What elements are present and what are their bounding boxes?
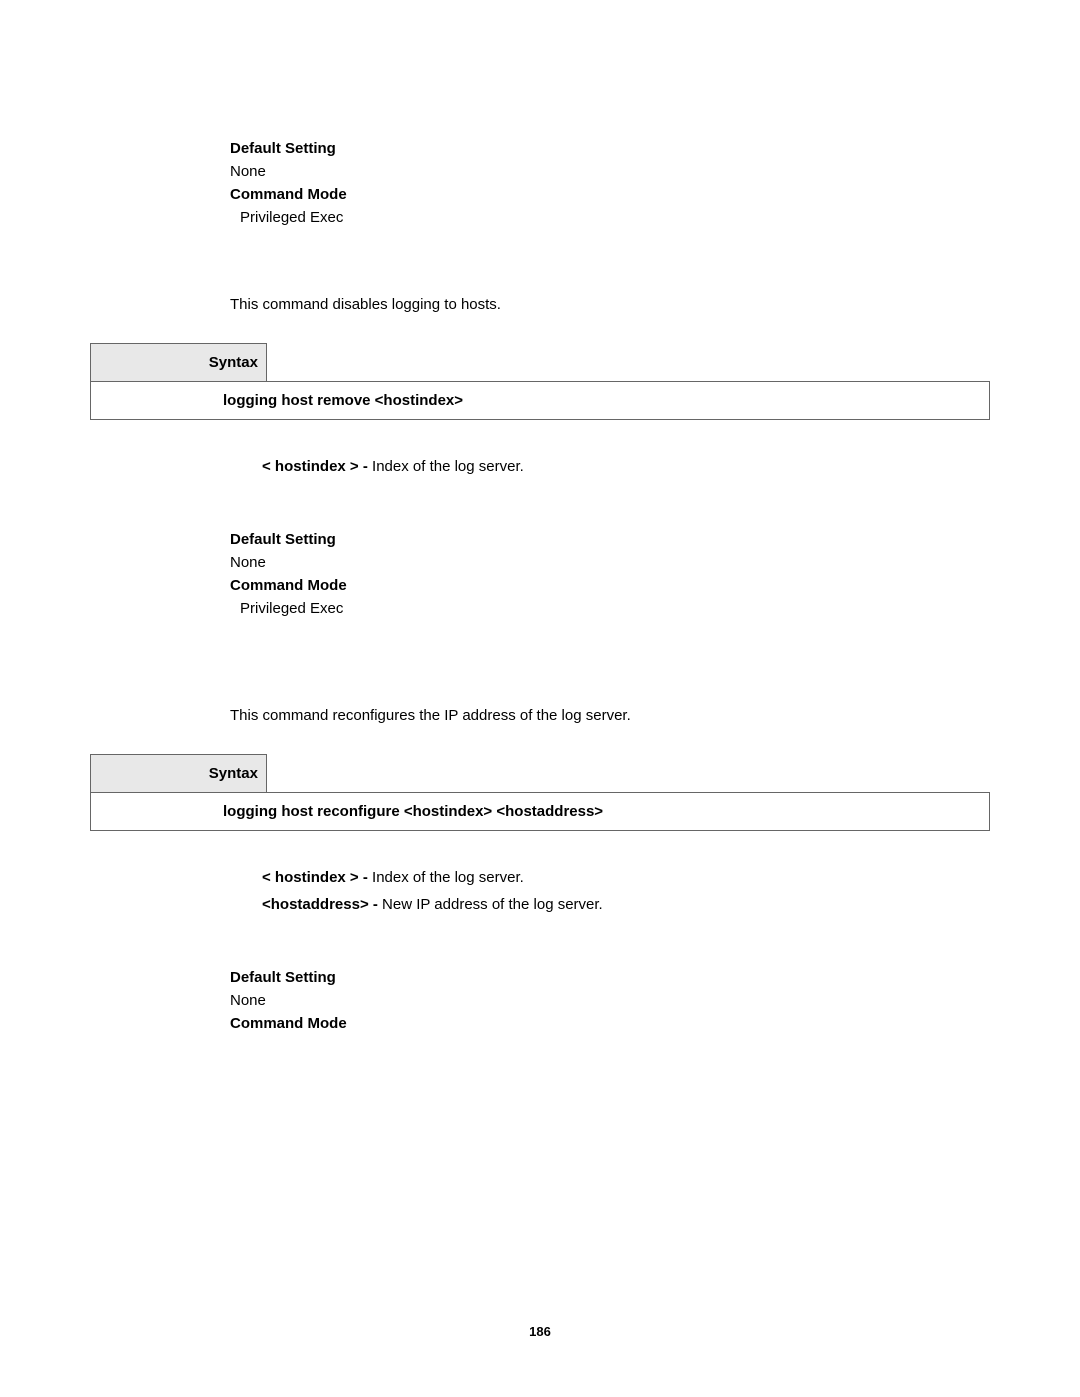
syntax-table: Syntax logging host reconfigure <hostind… <box>90 754 990 831</box>
settings-block-2: Default Setting None Command Mode Privil… <box>230 531 990 617</box>
default-setting-label: Default Setting <box>230 140 990 157</box>
command-description: This command reconfigures the IP address… <box>230 707 990 724</box>
syntax-table: Syntax logging host remove <hostindex> <box>90 343 990 420</box>
command-mode-label: Command Mode <box>230 577 990 594</box>
command-mode-value: Privileged Exec <box>240 209 990 226</box>
page-content: Default Setting None Command Mode Privil… <box>0 0 1080 1120</box>
default-setting-value: None <box>230 554 990 571</box>
param-name: < hostindex > - <box>262 869 372 886</box>
syntax-label: Syntax <box>91 755 267 793</box>
param-desc: New IP address of the log server. <box>382 896 603 913</box>
settings-block-1: Default Setting None Command Mode Privil… <box>230 140 990 226</box>
page-number: 186 <box>0 1324 1080 1339</box>
param-name: < hostindex > - <box>262 458 372 475</box>
settings-block-3: Default Setting None Command Mode <box>230 969 990 1032</box>
command-mode-label: Command Mode <box>230 186 990 203</box>
default-setting-value: None <box>230 163 990 180</box>
param-name: <hostaddress> - <box>262 896 382 913</box>
default-setting-label: Default Setting <box>230 969 990 986</box>
syntax-empty-cell <box>267 755 990 793</box>
command-description: This command disables logging to hosts. <box>230 296 990 313</box>
param-hostindex: < hostindex > - Index of the log server. <box>262 458 990 475</box>
default-setting-value: None <box>230 992 990 1009</box>
command-mode-value: Privileged Exec <box>240 600 990 617</box>
command-mode-label: Command Mode <box>230 1015 990 1032</box>
syntax-command: logging host remove <hostindex> <box>91 382 990 420</box>
syntax-command: logging host reconfigure <hostindex> <ho… <box>91 793 990 831</box>
param-desc: Index of the log server. <box>372 458 524 475</box>
param-hostindex: < hostindex > - Index of the log server. <box>262 869 990 886</box>
default-setting-label: Default Setting <box>230 531 990 548</box>
syntax-empty-cell <box>267 344 990 382</box>
param-desc: Index of the log server. <box>372 869 524 886</box>
syntax-label: Syntax <box>91 344 267 382</box>
param-hostaddress: <hostaddress> - New IP address of the lo… <box>262 896 990 913</box>
